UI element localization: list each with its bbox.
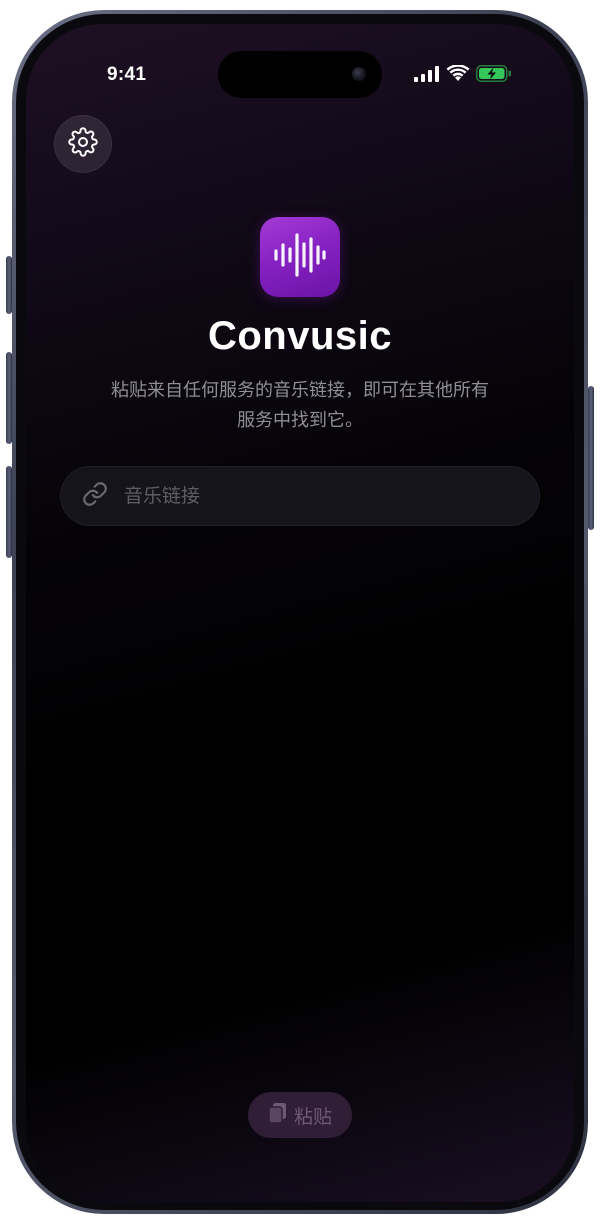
music-link-input[interactable] — [122, 484, 486, 508]
app-logo — [260, 217, 340, 297]
app-title: Convusic — [207, 314, 393, 358]
gear-icon — [68, 126, 98, 162]
power-button — [588, 386, 594, 530]
cellular-signal-icon — [414, 65, 440, 87]
paste-button[interactable]: 粘贴 — [248, 1092, 352, 1138]
status-time: 9:41 — [107, 64, 147, 85]
sound-wave-icon — [272, 230, 328, 285]
music-link-field[interactable] — [60, 466, 540, 526]
clipboard-icon — [268, 1102, 288, 1129]
link-icon — [82, 481, 108, 512]
dynamic-island — [218, 51, 382, 98]
app-description: 粘贴来自任何服务的音乐链接，即可在其他所有服务中找到它。 — [111, 380, 489, 431]
battery-charging-icon — [476, 65, 512, 87]
settings-button[interactable] — [54, 115, 112, 173]
phone-screen: 9:41 Convusic 粘贴来自任何服务的音乐链接，即可在其他所有服务中找到… — [26, 24, 574, 1202]
front-camera — [352, 67, 366, 81]
paste-button-label: 粘贴 — [293, 1105, 332, 1128]
wifi-icon — [446, 64, 470, 87]
status-indicators — [414, 64, 512, 87]
